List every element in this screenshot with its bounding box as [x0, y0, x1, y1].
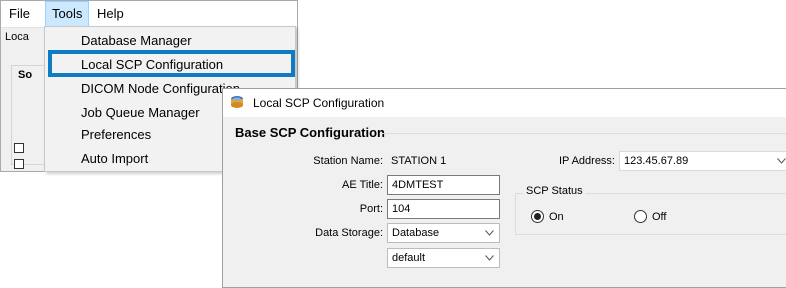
status-off-radio[interactable]: [634, 210, 647, 223]
local-scp-configuration-dialog: Local SCP Configuration Base SCP Configu…: [222, 88, 786, 288]
section-divider: [381, 133, 786, 134]
data-storage-value: Database: [392, 227, 440, 239]
data-storage-sub-value: default: [392, 252, 426, 264]
dialog-title: Local SCP Configuration: [253, 96, 385, 110]
background-tab[interactable]: Loca: [3, 29, 31, 45]
chevron-down-icon: [485, 230, 494, 236]
scp-status-title: SCP Status: [523, 185, 586, 197]
station-name-label: Station Name:: [313, 155, 383, 167]
chevron-down-icon: [485, 255, 494, 261]
section-title: Base SCP Configuration: [235, 125, 386, 140]
radio-selected-dot: [534, 213, 541, 220]
highlight-callout-box: [48, 50, 295, 77]
ae-title-label: AE Title:: [342, 179, 383, 191]
background-checkbox-2[interactable]: [14, 159, 24, 169]
ae-title-field[interactable]: 4DMTEST: [387, 175, 500, 195]
chevron-down-icon: [777, 158, 786, 164]
port-field[interactable]: 104: [387, 199, 500, 219]
data-storage-select[interactable]: Database: [387, 223, 500, 243]
background-checkbox-1[interactable]: [14, 143, 24, 153]
status-on-radio[interactable]: [531, 210, 544, 223]
station-name-value: STATION 1: [391, 155, 447, 167]
ip-address-label: IP Address:: [558, 155, 615, 167]
dialog-titlebar[interactable]: Local SCP Configuration: [223, 89, 786, 117]
menu-tools[interactable]: Tools: [45, 1, 89, 27]
menu-help[interactable]: Help: [91, 1, 130, 27]
background-group-label: So: [16, 69, 35, 81]
menu-file[interactable]: File: [3, 1, 36, 27]
ip-address-value: 123.45.67.89: [624, 155, 689, 167]
data-storage-label: Data Storage:: [315, 227, 383, 239]
port-label: Port:: [359, 203, 383, 215]
menu-bar: File Tools Help: [1, 1, 297, 28]
app-logo-icon: [231, 96, 243, 108]
ip-address-select[interactable]: 123.45.67.89: [619, 151, 786, 171]
data-storage-sub-select[interactable]: default: [387, 248, 500, 268]
status-off-label[interactable]: Off: [652, 208, 666, 226]
status-on-label[interactable]: On: [549, 208, 564, 226]
